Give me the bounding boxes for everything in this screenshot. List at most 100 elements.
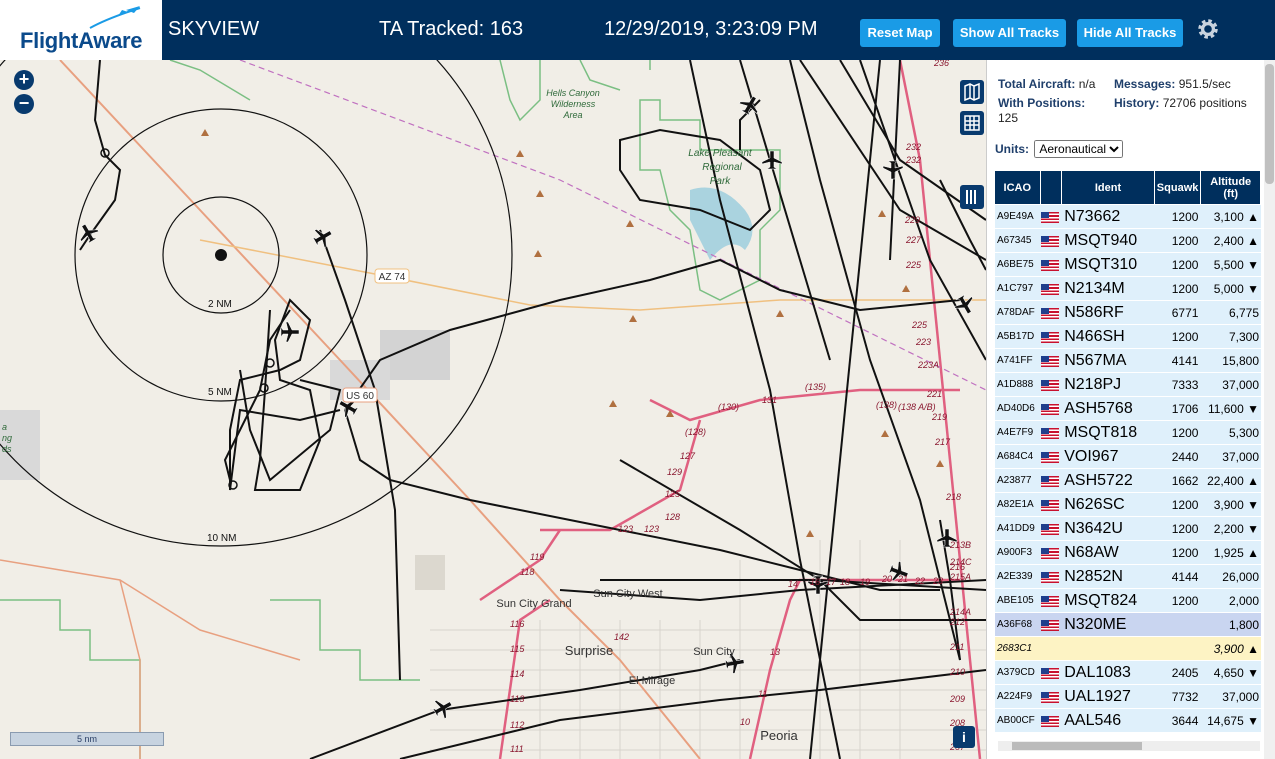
table-row[interactable]: A1C797 N2134M 1200 5,000 ▼ bbox=[995, 277, 1261, 300]
table-row[interactable]: A82E1A N626SC 1200 3,900 ▼ bbox=[995, 493, 1261, 516]
zoom-out-button[interactable]: − bbox=[14, 94, 34, 114]
table-row[interactable]: A2E339 N2852N 4144 26,000 bbox=[995, 565, 1261, 588]
us-flag-icon bbox=[1040, 475, 1059, 487]
scale-bar: 5 nm bbox=[10, 732, 164, 746]
show-all-tracks-button[interactable]: Show All Tracks bbox=[953, 19, 1066, 47]
col-altitude[interactable]: Altitude (ft) bbox=[1201, 171, 1261, 204]
squawk-cell bbox=[1154, 613, 1202, 636]
map-view[interactable]: Hells Canyon Wilderness Area Lake Pleasa… bbox=[0, 60, 986, 759]
flag-cell bbox=[1040, 301, 1063, 324]
zoom-in-button[interactable]: + bbox=[14, 70, 34, 90]
table-row[interactable]: 2683C1 3,900 ▲ bbox=[995, 637, 1261, 660]
table-row[interactable]: A4E7F9 MSQT818 1200 5,300 bbox=[995, 421, 1261, 444]
label-el-mirage: El Mirage bbox=[629, 675, 675, 687]
us-flag-icon bbox=[1040, 691, 1059, 703]
svg-text:218: 218 bbox=[945, 492, 961, 502]
svg-text:232: 232 bbox=[905, 142, 921, 152]
table-row[interactable]: A1D888 N218PJ 7333 37,000 bbox=[995, 373, 1261, 396]
col-squawk[interactable]: Squawk bbox=[1154, 171, 1202, 204]
table-row[interactable]: A5B17D N466SH 1200 7,300 bbox=[995, 325, 1261, 348]
flag-cell bbox=[1040, 373, 1063, 396]
us-flag-icon bbox=[1040, 283, 1059, 295]
table-row[interactable]: A379CD DAL1083 2405 4,650 ▼ bbox=[995, 661, 1261, 684]
ident-cell: ASH5768 bbox=[1062, 397, 1155, 420]
flag-cell bbox=[1040, 517, 1063, 540]
svg-text:210: 210 bbox=[949, 667, 965, 677]
flag-cell bbox=[1040, 685, 1063, 708]
svg-text:118: 118 bbox=[520, 567, 534, 577]
svg-text:127: 127 bbox=[680, 451, 696, 461]
altitude-cell: 2,000 bbox=[1201, 589, 1261, 612]
table-row[interactable]: A684C4 VOI967 2440 37,000 bbox=[995, 445, 1261, 468]
units-label: Units: bbox=[995, 142, 1029, 156]
table-row[interactable]: A41DD9 N3642U 1200 2,200 ▼ bbox=[995, 517, 1261, 540]
icao-cell: A9E49A bbox=[995, 205, 1041, 228]
squawk-cell bbox=[1154, 637, 1202, 660]
table-row[interactable]: A78DAF N586RF 6771 6,775 bbox=[995, 301, 1261, 324]
ring-label-2nm: 2 NM bbox=[208, 299, 232, 310]
col-icao[interactable]: ICAO bbox=[995, 171, 1041, 204]
altitude-cell: 3,100 ▲ bbox=[1201, 205, 1261, 228]
squawk-cell: 1200 bbox=[1154, 325, 1202, 348]
units-control: Units: Aeronautical bbox=[995, 140, 1124, 158]
table-row[interactable]: AD40D6 ASH5768 1706 11,600 ▼ bbox=[995, 397, 1261, 420]
svg-text:214A: 214A bbox=[949, 607, 971, 617]
scrollbar-thumb[interactable] bbox=[1265, 64, 1274, 184]
info-button[interactable]: i bbox=[953, 726, 975, 748]
us-flag-icon bbox=[1040, 715, 1059, 727]
flightaware-logo[interactable]: FlightAware bbox=[0, 0, 162, 60]
map-canvas[interactable]: Hells Canyon Wilderness Area Lake Pleasa… bbox=[0, 60, 986, 759]
col-flag[interactable] bbox=[1040, 171, 1063, 204]
squawk-cell: 1200 bbox=[1154, 229, 1202, 252]
hide-all-tracks-button[interactable]: Hide All Tracks bbox=[1077, 19, 1183, 47]
columns-toggle-button[interactable] bbox=[960, 185, 984, 209]
city-labels: Sun City Grand Sun City West Surprise Su… bbox=[496, 588, 798, 743]
reset-map-button[interactable]: Reset Map bbox=[860, 19, 940, 47]
table-row[interactable]: A9E49A N73662 1200 3,100 ▲ bbox=[995, 205, 1261, 228]
map-layers-button[interactable] bbox=[960, 80, 984, 104]
gear-icon[interactable] bbox=[1195, 16, 1221, 42]
svg-text:212: 212 bbox=[949, 617, 965, 627]
hscroll-thumb[interactable] bbox=[1012, 742, 1142, 750]
table-row[interactable]: A23877 ASH5722 1662 22,400 ▲ bbox=[995, 469, 1261, 492]
table-row[interactable]: A6BE75 MSQT310 1200 5,500 ▼ bbox=[995, 253, 1261, 276]
columns-icon bbox=[966, 190, 976, 204]
units-select[interactable]: Aeronautical bbox=[1034, 140, 1124, 158]
ident-cell: VOI967 bbox=[1062, 445, 1155, 468]
flag-cell bbox=[1040, 565, 1063, 588]
svg-text:111: 111 bbox=[510, 744, 524, 754]
icao-cell: A41DD9 bbox=[995, 517, 1041, 540]
table-row[interactable]: A36F68 N320ME 1,800 bbox=[995, 613, 1261, 636]
table-row[interactable]: AB00CF AAL546 3644 14,675 ▼ bbox=[995, 709, 1261, 732]
table-row[interactable]: A67345 MSQT940 1200 2,400 ▲ bbox=[995, 229, 1261, 252]
flag-cell bbox=[1040, 229, 1063, 252]
svg-text:19: 19 bbox=[860, 577, 870, 587]
icao-cell: AD40D6 bbox=[995, 397, 1041, 420]
squawk-cell: 4141 bbox=[1154, 349, 1202, 372]
grid-toggle-button[interactable] bbox=[960, 111, 984, 135]
svg-text:227: 227 bbox=[905, 235, 922, 245]
altitude-cell: 1,925 ▲ bbox=[1201, 541, 1261, 564]
park-boundary bbox=[0, 60, 781, 759]
col-ident[interactable]: Ident bbox=[1062, 171, 1155, 204]
svg-text:225: 225 bbox=[905, 260, 922, 270]
squawk-cell: 1706 bbox=[1154, 397, 1202, 420]
logo-text: FlightAware bbox=[20, 28, 143, 53]
us-flag-icon bbox=[1040, 307, 1059, 319]
table-row[interactable]: A741FF N567MA 4141 15,800 bbox=[995, 349, 1261, 372]
icao-cell: A379CD bbox=[995, 661, 1041, 684]
table-row[interactable]: A900F3 N68AW 1200 1,925 ▲ bbox=[995, 541, 1261, 564]
label-sun-city-west: Sun City West bbox=[593, 588, 663, 600]
altitude-cell: 37,000 bbox=[1201, 373, 1261, 396]
ident-cell: MSQT824 bbox=[1062, 589, 1155, 612]
icao-cell: A78DAF bbox=[995, 301, 1041, 324]
aircraft-markers[interactable] bbox=[75, 92, 978, 721]
table-row[interactable]: ABE105 MSQT824 1200 2,000 bbox=[995, 589, 1261, 612]
altitude-cell: 3,900 ▼ bbox=[1201, 493, 1261, 516]
svg-text:217: 217 bbox=[934, 437, 951, 447]
aircraft-panel: Total Aircraft: n/a With Positions: 125 … bbox=[986, 60, 1275, 759]
table-hscrollbar[interactable] bbox=[998, 741, 1260, 751]
svg-text:23: 23 bbox=[932, 576, 943, 586]
table-row[interactable]: A224F9 UAL1927 7732 37,000 bbox=[995, 685, 1261, 708]
panel-scrollbar[interactable] bbox=[1264, 60, 1275, 759]
